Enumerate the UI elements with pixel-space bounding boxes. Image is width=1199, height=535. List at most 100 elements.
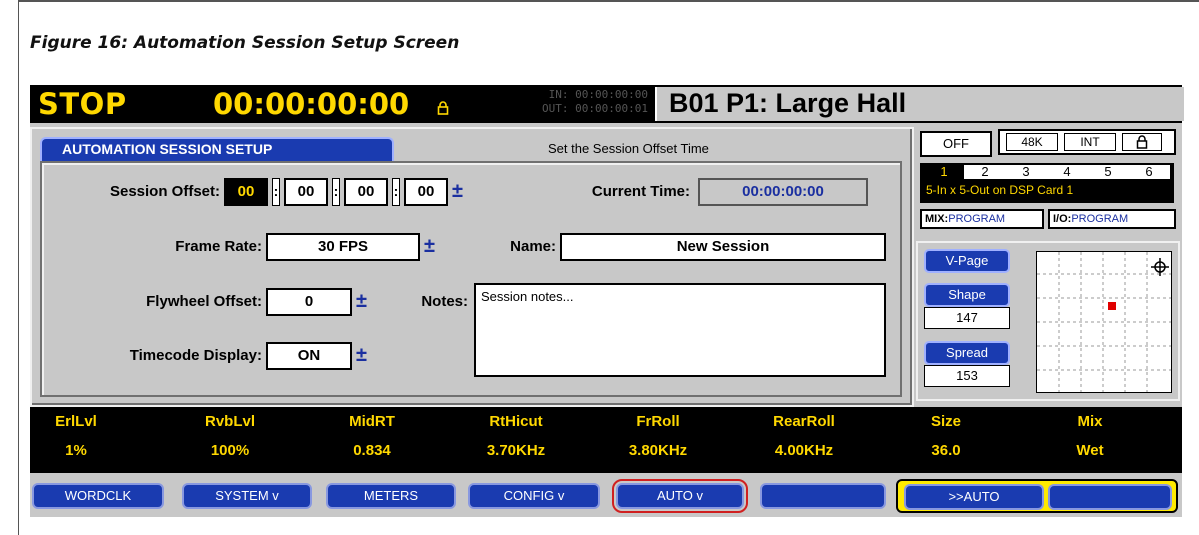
- mix-value: PROGRAM: [948, 213, 1006, 225]
- param-size[interactable]: Size 36.0: [886, 413, 1006, 459]
- param-value: 3.70KHz: [486, 442, 546, 459]
- param-erllvl[interactable]: ErlLvl 1%: [16, 413, 136, 459]
- spread-button[interactable]: Spread: [924, 341, 1010, 365]
- status-side-panel: OFF 48K INT 1 2 3 4 5 6 5-In x 5-Out on …: [914, 127, 1182, 403]
- io-status[interactable]: I/O:PROGRAM: [1048, 209, 1176, 229]
- crosshair-icon[interactable]: [1151, 258, 1169, 280]
- to-auto-button[interactable]: >>AUTO: [904, 484, 1044, 510]
- mix-status[interactable]: MIX:PROGRAM: [920, 209, 1044, 229]
- dsp-slot-6[interactable]: 6: [1129, 165, 1170, 179]
- session-offset-hours[interactable]: 00: [224, 178, 268, 206]
- lock-icon[interactable]: [1122, 133, 1162, 151]
- param-value: 1%: [65, 442, 87, 459]
- session-offset-seconds[interactable]: 00: [344, 178, 388, 206]
- timecode-readout: 00:00:00:00: [213, 87, 410, 121]
- softkey-bar: WORDCLK SYSTEM v METERS CONFIG v AUTO v …: [30, 475, 1182, 517]
- param-name: MidRT: [349, 413, 395, 430]
- in-out-readout: IN: 00:00:00:00 OUT: 00:00:00:01: [538, 88, 648, 116]
- dsp-slot-3[interactable]: 3: [1006, 165, 1047, 179]
- colon-separator: :: [392, 178, 400, 206]
- session-name-field[interactable]: New Session: [560, 233, 886, 261]
- session-offset-label: Session Offset:: [109, 183, 220, 200]
- lock-icon: [437, 101, 449, 119]
- current-time-value: 00:00:00:00: [698, 178, 868, 206]
- xy-pad[interactable]: [1036, 251, 1172, 393]
- dsp-slot-5[interactable]: 5: [1088, 165, 1129, 179]
- param-name: RtHicut: [489, 413, 543, 430]
- param-value: 4.00KHz: [774, 442, 834, 459]
- colon-separator: :: [332, 178, 340, 206]
- notes-label: Notes:: [421, 293, 468, 310]
- clock-status: 48K INT: [998, 129, 1176, 155]
- param-name: RvbLvl: [204, 413, 255, 430]
- session-offset-minutes[interactable]: 00: [284, 178, 328, 206]
- timecode-display-field[interactable]: ON: [266, 342, 352, 370]
- dsp-slot-4[interactable]: 4: [1047, 165, 1088, 179]
- wordclk-button[interactable]: WORDCLK: [32, 483, 164, 509]
- dsp-slot-row: 1 2 3 4 5 6: [924, 165, 1170, 181]
- dsp-card-label: 5-In x 5-Out on DSP Card 1: [926, 183, 1074, 197]
- auto-softkey-group: >>AUTO: [896, 479, 1178, 513]
- sample-rate[interactable]: 48K: [1006, 133, 1058, 151]
- tab-automation-session-setup[interactable]: AUTOMATION SESSION SETUP: [40, 137, 394, 161]
- timecode-display-label: Timecode Display:: [129, 347, 262, 364]
- vpage-panel: V-Page Shape 147 Spread 153: [916, 241, 1180, 401]
- config-menu-button[interactable]: CONFIG v: [468, 483, 600, 509]
- param-value: 36.0: [931, 442, 961, 459]
- param-rvblvl[interactable]: RvbLvl 100%: [170, 413, 290, 459]
- current-time-label: Current Time:: [591, 183, 690, 200]
- timecode-display-plusminus[interactable]: ±: [356, 345, 367, 365]
- session-form: Session Offset: 00 : 00 : 00 : 00 ± Curr…: [40, 161, 902, 397]
- flywheel-plusminus[interactable]: ±: [356, 291, 367, 311]
- param-mix[interactable]: Mix Wet: [1030, 413, 1150, 459]
- param-midrt[interactable]: MidRT 0.834: [312, 413, 432, 459]
- mix-label: MIX:: [925, 213, 949, 225]
- io-value: PROGRAM: [1071, 213, 1129, 225]
- meters-button[interactable]: METERS: [326, 483, 456, 509]
- param-rearroll[interactable]: RearRoll 4.00KHz: [744, 413, 864, 459]
- notes-textarea[interactable]: Session notes...: [474, 283, 886, 377]
- system-menu-button[interactable]: SYSTEM v: [182, 483, 312, 509]
- tab-label: AUTOMATION SESSION SETUP: [62, 141, 273, 157]
- vpage-button[interactable]: V-Page: [924, 249, 1010, 273]
- frame-rate-field[interactable]: 30 FPS: [266, 233, 420, 261]
- colon-separator: :: [272, 178, 280, 206]
- frame-rate-label: Frame Rate:: [175, 238, 262, 255]
- param-name: FrRoll: [636, 413, 680, 430]
- off-indicator[interactable]: OFF: [920, 131, 992, 157]
- automation-session-panel: AUTOMATION SESSION SETUP Set the Session…: [30, 127, 914, 407]
- in-time: IN: 00:00:00:00: [548, 88, 648, 101]
- device-screen: STOP 00:00:00:00 IN: 00:00:00:00 OUT: 00…: [30, 85, 1184, 517]
- position-marker[interactable]: [1108, 302, 1116, 310]
- dsp-card-display[interactable]: 1 2 3 4 5 6 5-In x 5-Out on DSP Card 1: [920, 163, 1174, 203]
- flywheel-offset-field[interactable]: 0: [266, 288, 352, 316]
- figure-frame-top: [18, 0, 1199, 2]
- param-value: 0.834: [353, 442, 391, 459]
- parameter-strip: ErlLvl 1% RvbLvl 100% MidRT 0.834 RtHicut 3.…: [30, 407, 1182, 473]
- figure-caption: Figure 16: Automation Session Setup Scre…: [30, 33, 460, 53]
- shape-button[interactable]: Shape: [924, 283, 1010, 307]
- blank-softkey-2[interactable]: [1048, 484, 1172, 510]
- clock-source[interactable]: INT: [1064, 133, 1116, 151]
- dsp-slot-1[interactable]: 1: [924, 165, 965, 179]
- param-value: 3.80KHz: [628, 442, 688, 459]
- out-time: OUT: 00:00:00:01: [542, 102, 648, 115]
- spread-value: 153: [924, 365, 1010, 387]
- param-name: ErlLvl: [55, 413, 97, 430]
- session-offset-plusminus[interactable]: ±: [452, 181, 463, 201]
- frame-rate-plusminus[interactable]: ±: [424, 236, 435, 256]
- dsp-slot-2[interactable]: 2: [965, 165, 1006, 179]
- preset-display[interactable]: B01 P1: Large Hall: [655, 87, 1184, 121]
- blank-softkey[interactable]: [760, 483, 886, 509]
- param-name: Size: [930, 413, 961, 430]
- shape-value: 147: [924, 307, 1010, 329]
- io-label: I/O:: [1053, 213, 1072, 225]
- transport-status: STOP: [38, 87, 127, 121]
- param-rthicut[interactable]: RtHicut 3.70KHz: [456, 413, 576, 459]
- status-bar: STOP 00:00:00:00 IN: 00:00:00:00 OUT: 00…: [30, 85, 1184, 123]
- preset-name: B01 P1: Large Hall: [669, 88, 907, 118]
- auto-menu-button[interactable]: AUTO v: [612, 479, 748, 513]
- panel-hint: Set the Session Offset Time: [548, 141, 709, 156]
- session-offset-frames[interactable]: 00: [404, 178, 448, 206]
- param-frroll[interactable]: FrRoll 3.80KHz: [598, 413, 718, 459]
